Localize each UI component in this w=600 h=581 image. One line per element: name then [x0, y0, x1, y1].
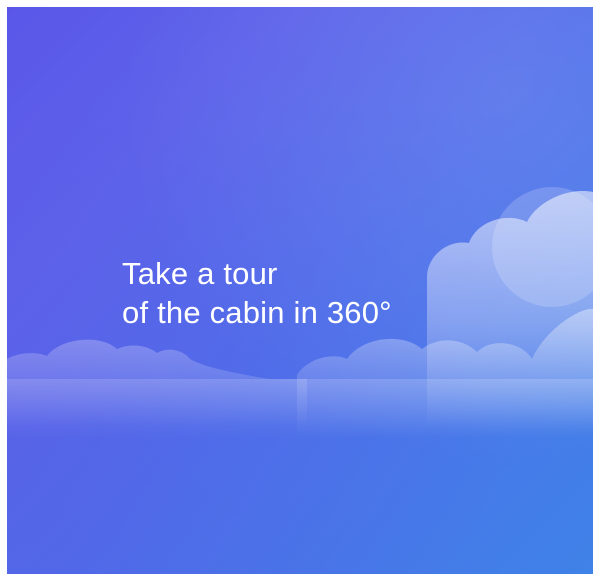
- image-frame: Take a tour of the cabin in 360°: [0, 0, 600, 581]
- hero-headline: Take a tour of the cabin in 360°: [122, 254, 392, 332]
- headline-line-2: of the cabin in 360°: [122, 295, 392, 330]
- headline-line-1: Take a tour: [122, 256, 278, 291]
- cloud-haze: [7, 379, 593, 439]
- hero-banner: Take a tour of the cabin in 360°: [7, 7, 593, 574]
